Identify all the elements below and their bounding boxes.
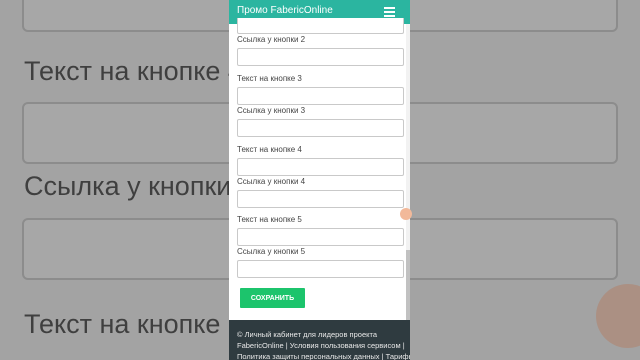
bg-label: Текст на кнопке 5 [24, 309, 243, 339]
input-field-previous[interactable] [237, 18, 404, 34]
field-label: Текст на кнопке 4 [237, 145, 302, 154]
bg-label: Текст на кнопке 4 [24, 56, 243, 86]
field-label: Ссылка у кнопки 3 [237, 106, 306, 115]
input-text-button-4[interactable] [237, 158, 404, 176]
input-link-button-2[interactable] [237, 48, 404, 66]
scrollbar-thumb[interactable] [406, 250, 410, 320]
footer-links[interactable]: FabericOnline | Условия пользования серв… [237, 341, 405, 350]
input-text-button-5[interactable] [237, 228, 404, 246]
field-label: Ссылка у кнопки 5 [237, 247, 306, 256]
field-label: Текст на кнопке 5 [237, 215, 302, 224]
app-title: Промо FabericOnline [237, 5, 333, 16]
input-text-button-3[interactable] [237, 87, 404, 105]
mobile-screen: Промо FabericOnline Ссылка у кнопки 2 Те… [229, 0, 410, 360]
hamburger-menu-icon[interactable] [384, 7, 395, 17]
footer-copyright: © Личный кабинет для лидеров проекта [237, 330, 378, 339]
field-label: Ссылка у кнопки 4 [237, 177, 306, 186]
field-label: Текст на кнопке 3 [237, 74, 302, 83]
save-button[interactable]: СОХРАНИТЬ [240, 288, 305, 308]
footer-links[interactable]: Политика защиты персональных данных | Та… [237, 352, 410, 360]
footer: © Личный кабинет для лидеров проекта Fab… [229, 320, 410, 360]
floating-chat-bubble-icon[interactable] [400, 208, 412, 220]
input-link-button-4[interactable] [237, 190, 404, 208]
input-link-button-5[interactable] [237, 260, 404, 278]
bg-decorative-orb [596, 284, 640, 348]
input-link-button-3[interactable] [237, 119, 404, 137]
bg-label: Ссылка у кнопки 4 [24, 171, 254, 201]
field-label: Ссылка у кнопки 2 [237, 35, 306, 44]
